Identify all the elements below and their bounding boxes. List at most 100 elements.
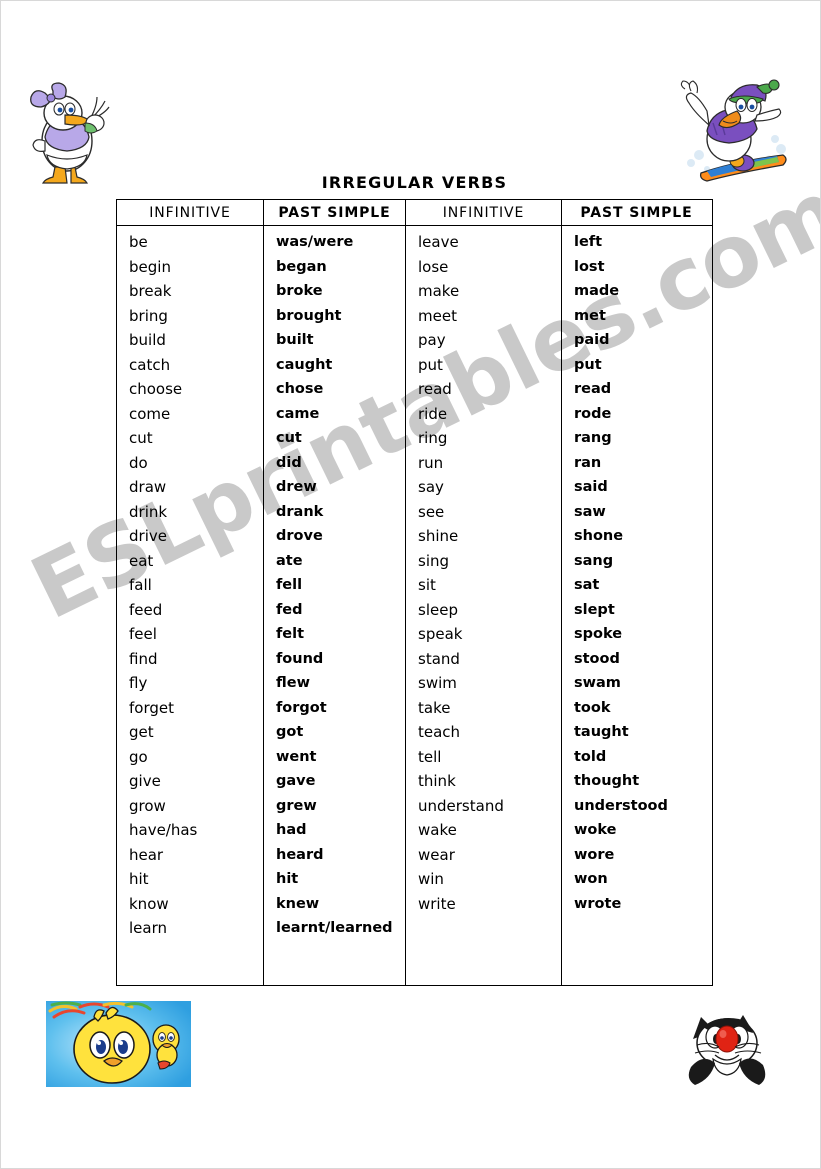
- past-simple-cell: read: [574, 381, 612, 397]
- infinitive-cell: forget: [129, 698, 174, 717]
- infinitive-cell: wear: [418, 845, 455, 864]
- infinitive-cell: feel: [129, 625, 157, 643]
- infinitive-cell: lose: [418, 257, 449, 276]
- past-simple-cell: had: [276, 822, 307, 838]
- infinitive-cell: sing: [418, 551, 450, 570]
- past-simple-cell: said: [574, 479, 608, 495]
- past-simple-cell: spoke: [574, 626, 623, 642]
- past-simple-cell: told: [574, 748, 607, 765]
- past-simple-cell: broke: [276, 283, 323, 299]
- past-simple-cell: made: [574, 283, 620, 299]
- infinitive-cell: wake: [418, 821, 457, 839]
- infinitive-cell: feed: [129, 600, 163, 619]
- infinitive-cell: write: [418, 894, 456, 913]
- infinitive-cell: be: [129, 233, 148, 251]
- infinitive-cell: shine: [418, 527, 459, 545]
- infinitive-cell: read: [418, 380, 452, 398]
- infinitive-cell: give: [129, 772, 161, 790]
- past-simple-cell: chose: [276, 381, 324, 397]
- past-simple-cell: ate: [276, 552, 303, 569]
- past-simple-cell: did: [276, 454, 302, 471]
- infinitive-cell: meet: [418, 306, 457, 325]
- past-simple-cell: woke: [574, 822, 617, 838]
- past-simple-cell: heard: [276, 846, 324, 863]
- infinitive-cell: drink: [129, 502, 168, 521]
- past-simple-cell: rode: [574, 405, 612, 422]
- infinitive-cell: run: [418, 453, 444, 472]
- verb-list-infinitive-left: be begin break bring build catch choose come cut…: [117, 226, 263, 941]
- past-simple-cell: began: [276, 258, 327, 275]
- past-simple-cell: got: [276, 724, 304, 740]
- past-simple-cell: caught: [276, 356, 333, 373]
- header-cell-infinitive-2: INFINITIVE: [406, 200, 562, 225]
- infinitive-cell: stand: [418, 649, 460, 668]
- page-title: IRREGULAR VERBS: [321, 173, 508, 192]
- header-label-past-simple-2: PAST SIMPLE: [580, 204, 693, 221]
- infinitive-cell: hit: [129, 870, 149, 888]
- past-simple-cell: fell: [276, 577, 303, 593]
- past-simple-cell: rang: [574, 430, 612, 446]
- past-simple-cell: forgot: [276, 699, 327, 716]
- past-simple-cell: was/were: [276, 234, 354, 250]
- infinitive-cell: find: [129, 649, 158, 668]
- verb-list-past-simple-left: was/were began broke brought built caught chos…: [264, 226, 405, 941]
- past-simple-cell: taught: [574, 724, 629, 740]
- past-simple-cell: knew: [276, 895, 320, 912]
- past-simple-cell: understood: [574, 797, 668, 814]
- daisy-duck-icon: [15, 79, 115, 184]
- worksheet-page: ESLprintables.com IRREGULAR VERBS INFINI…: [0, 0, 821, 1169]
- past-simple-cell: gave: [276, 773, 316, 789]
- past-simple-cell: built: [276, 332, 314, 348]
- header-label-infinitive-1: INFINITIVE: [149, 204, 231, 221]
- past-simple-cell: went: [276, 748, 317, 765]
- header-cell-past-simple-2: PAST SIMPLE: [562, 200, 711, 225]
- infinitive-cell: teach: [418, 723, 461, 741]
- header-label-past-simple-1: PAST SIMPLE: [278, 204, 391, 221]
- infinitive-cell: ride: [418, 404, 448, 423]
- infinitive-cell: think: [418, 772, 456, 790]
- infinitive-cell: begin: [129, 257, 171, 276]
- table-header-row: INFINITIVE PAST SIMPLE INFINITIVE PAST S…: [117, 200, 712, 226]
- infinitive-cell: break: [129, 282, 172, 300]
- past-simple-cell: shone: [574, 528, 624, 544]
- past-simple-cell: found: [276, 650, 324, 667]
- irregular-verbs-table: INFINITIVE PAST SIMPLE INFINITIVE PAST S…: [116, 199, 713, 986]
- donald-duck-snowboarding-icon: [677, 77, 797, 185]
- sylvester-cat-icon: [677, 1009, 777, 1089]
- verb-list-infinitive-right: leave lose make meet pay put read ride ring run sa…: [406, 226, 561, 916]
- infinitive-cell: catch: [129, 355, 171, 374]
- infinitive-cell: learn: [129, 919, 167, 937]
- infinitive-cell: leave: [418, 233, 459, 251]
- past-simple-cell: drew: [276, 479, 317, 495]
- past-simple-cell: ran: [574, 454, 602, 471]
- column-infinitive-right: leave lose make meet pay put read ride ring run sa…: [406, 226, 562, 985]
- past-simple-cell: drove: [276, 528, 323, 544]
- header-cell-infinitive-1: INFINITIVE: [117, 200, 264, 225]
- infinitive-cell: put: [418, 355, 443, 374]
- infinitive-cell: make: [418, 282, 460, 300]
- past-simple-cell: thought: [574, 773, 640, 789]
- past-simple-cell: stood: [574, 650, 620, 667]
- past-simple-cell: lost: [574, 258, 605, 275]
- past-simple-cell: came: [276, 405, 320, 422]
- column-past-simple-left: was/were began broke brought built caught chos…: [264, 226, 406, 985]
- infinitive-cell: understand: [418, 796, 504, 815]
- infinitive-cell: eat: [129, 551, 154, 570]
- past-simple-cell: sang: [574, 552, 614, 569]
- past-simple-cell: won: [574, 871, 608, 887]
- infinitive-cell: say: [418, 478, 444, 496]
- infinitive-cell: come: [129, 404, 171, 423]
- past-simple-cell: paid: [574, 332, 610, 348]
- infinitive-cell: have/has: [129, 821, 198, 839]
- verb-list-past-simple-right: left lost made met paid put read rode rang ran sai…: [562, 226, 711, 916]
- infinitive-cell: hear: [129, 845, 164, 864]
- past-simple-cell: fed: [276, 601, 303, 618]
- past-simple-cell: brought: [276, 307, 342, 324]
- infinitive-cell: swim: [418, 674, 457, 692]
- header-cell-past-simple-1: PAST SIMPLE: [264, 200, 406, 225]
- past-simple-cell: took: [574, 699, 611, 716]
- tweety-bird-icon: [46, 1001, 191, 1087]
- infinitive-cell: know: [129, 894, 169, 913]
- past-simple-cell: met: [574, 307, 606, 324]
- infinitive-cell: sit: [418, 576, 436, 594]
